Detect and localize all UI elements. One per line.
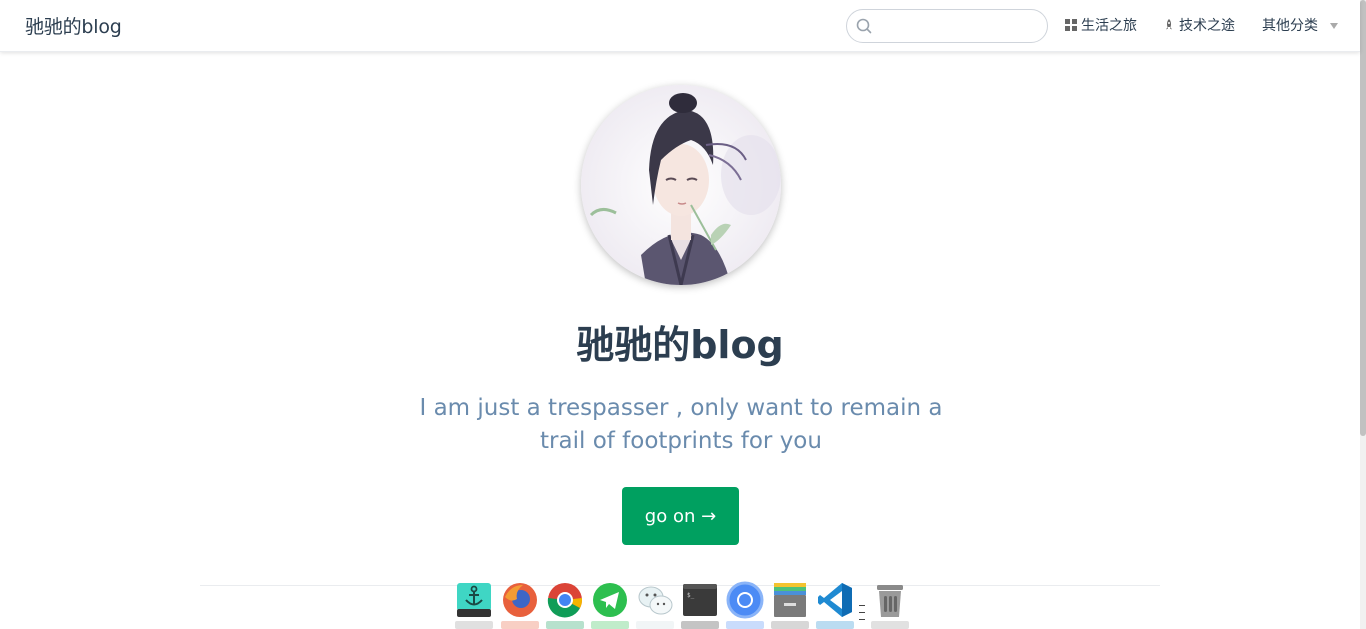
avatar-illustration (581, 85, 781, 285)
hero-description: I am just a trespasser , only want to re… (419, 395, 943, 454)
scrollbar[interactable] (1360, 0, 1366, 629)
terminal-icon[interactable]: $_ (681, 581, 719, 619)
rocket-icon (1166, 19, 1172, 30)
search-icon (856, 18, 872, 34)
dock-reflection (455, 621, 493, 629)
dock-reflection (681, 621, 719, 629)
nav-item-tech[interactable]: 技术之途 (1163, 15, 1235, 35)
scrollbar-thumb[interactable] (1360, 0, 1366, 436)
firefox-icon[interactable] (501, 581, 539, 619)
wechat-icon[interactable] (636, 581, 674, 619)
chromium-icon[interactable] (726, 581, 764, 619)
dock-separator (859, 603, 865, 621)
vscode-icon[interactable] (816, 581, 854, 619)
dock-reflection (636, 621, 674, 629)
navbar: 驰驰的blog 生活之旅 技术之途 其他分类 (0, 0, 1360, 52)
search-input[interactable] (877, 16, 1037, 36)
caret-down-icon (1330, 23, 1338, 29)
site-name-link[interactable]: 驰驰的blog (25, 12, 122, 39)
nav-item-tech-label: 技术之途 (1179, 18, 1235, 34)
search-box[interactable] (846, 9, 1048, 43)
dock: $_ (450, 581, 920, 629)
hero-title: 驰驰的blog (576, 323, 784, 367)
nav-item-life-label: 生活之旅 (1081, 18, 1137, 34)
grid-icon (1065, 19, 1077, 31)
svg-text:$_: $_ (687, 592, 695, 599)
dock-reflection (816, 621, 854, 629)
nav-item-life[interactable]: 生活之旅 (1065, 15, 1137, 35)
nav-item-others-dropdown[interactable]: 其他分类 (1262, 15, 1338, 35)
trash-icon[interactable] (871, 581, 909, 619)
chrome-icon[interactable] (546, 581, 584, 619)
dock-reflection (771, 621, 809, 629)
dock-reflection (726, 621, 764, 629)
dock-reflection (591, 621, 629, 629)
anchor-app-icon[interactable] (455, 581, 493, 619)
archive-icon[interactable] (771, 581, 809, 619)
hero-section: 驰驰的blog I am just a trespasser , only wa… (0, 52, 1360, 629)
avatar (581, 85, 781, 285)
dock-reflection (871, 621, 909, 629)
dock-reflection (546, 621, 584, 629)
go-on-button[interactable]: go on → (622, 487, 739, 545)
dock-reflection (501, 621, 539, 629)
telegram-icon[interactable] (591, 581, 629, 619)
nav-item-others-label: 其他分类 (1262, 18, 1318, 34)
